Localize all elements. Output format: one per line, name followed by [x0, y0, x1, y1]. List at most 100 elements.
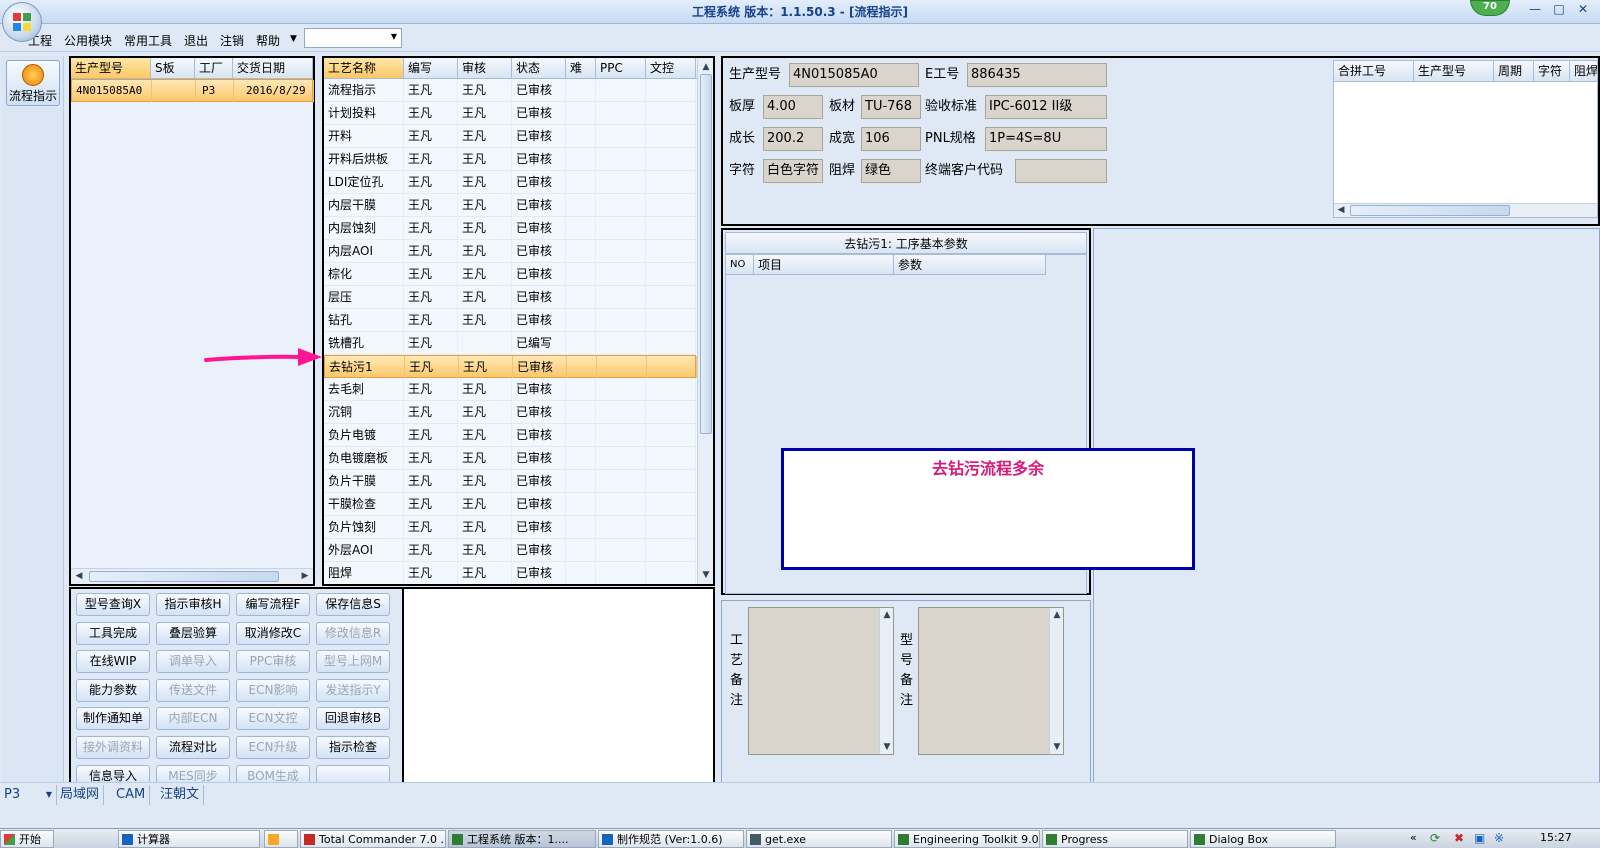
- process-row[interactable]: 负片干膜 王凡 王凡 已审核: [324, 470, 696, 493]
- action-button[interactable]: 指示审核H: [156, 593, 230, 616]
- action-button[interactable]: ECN文控: [236, 707, 310, 731]
- width-value[interactable]: 106: [861, 127, 921, 151]
- action-button[interactable]: 传送文件: [156, 678, 230, 702]
- merge-col-period[interactable]: 周期: [1494, 61, 1534, 81]
- params-col-no[interactable]: NO: [726, 255, 754, 275]
- scroll-down-icon[interactable]: ▼: [881, 740, 893, 754]
- scroll-up-icon[interactable]: ▲: [700, 60, 712, 74]
- action-button[interactable]: 工具完成: [76, 621, 150, 645]
- process-row[interactable]: 内层干膜 王凡 王凡 已审核: [324, 194, 696, 217]
- tray-network-icon[interactable]: ▣: [1474, 831, 1485, 845]
- process-col-writer[interactable]: 编写: [404, 58, 458, 78]
- menu-common-tools[interactable]: 常用工具: [124, 32, 172, 49]
- pnl-value[interactable]: 1P=4S=8U: [985, 127, 1107, 151]
- taskbar-button[interactable]: 工程系统 版本：1....: [448, 830, 596, 848]
- merge-col-char[interactable]: 字符: [1534, 61, 1570, 81]
- char-value[interactable]: 白色字符: [763, 159, 823, 183]
- merge-col-mask[interactable]: 阻焊: [1570, 61, 1598, 81]
- taskbar-button[interactable]: 制作规范 (Ver:1.0.6): [598, 830, 744, 848]
- process-note-scroll[interactable]: ▲ ▼: [879, 608, 893, 754]
- action-button[interactable]: 调单导入: [156, 650, 230, 674]
- close-icon[interactable]: ✕: [1572, 2, 1594, 20]
- model-note-scroll[interactable]: ▲ ▼: [1049, 608, 1063, 754]
- params-col-value[interactable]: 参数: [894, 255, 1046, 275]
- menu-help[interactable]: 帮助: [256, 32, 280, 49]
- process-row[interactable]: 负片电镀 王凡 王凡 已审核: [324, 424, 696, 447]
- process-row[interactable]: 去毛刺 王凡 王凡 已审核: [324, 378, 696, 401]
- client-value[interactable]: [1015, 159, 1107, 183]
- merge-col-model[interactable]: 生产型号: [1414, 61, 1494, 81]
- eno-value[interactable]: 886435: [967, 63, 1107, 87]
- scroll-thumb[interactable]: [89, 571, 279, 582]
- process-row[interactable]: 铣槽孔 王凡 已编写: [324, 332, 696, 355]
- scroll-up-icon[interactable]: ▲: [881, 608, 893, 622]
- process-row[interactable]: 干膜检查 王凡 王凡 已审核: [324, 493, 696, 516]
- scroll-thumb[interactable]: [700, 74, 712, 434]
- process-row[interactable]: 棕化 王凡 王凡 已审核: [324, 263, 696, 286]
- action-button[interactable]: 型号查询X: [76, 593, 150, 616]
- process-row[interactable]: 流程指示 王凡 王凡 已审核: [324, 79, 696, 102]
- thickness-value[interactable]: 4.00: [763, 95, 823, 119]
- action-button[interactable]: 内部ECN: [156, 707, 230, 731]
- start-button[interactable]: 开始: [0, 830, 54, 848]
- menu-common-modules[interactable]: 公用模块: [64, 32, 112, 49]
- nav-process-button[interactable]: 流程指示: [6, 60, 60, 106]
- action-button[interactable]: 回退审核B: [316, 707, 390, 731]
- taskbar-button[interactable]: get.exe: [746, 830, 892, 848]
- menu-logout[interactable]: 注销: [220, 32, 244, 49]
- scroll-left-icon[interactable]: ◀: [73, 569, 85, 583]
- scroll-left-icon[interactable]: ◀: [1335, 203, 1347, 217]
- action-button[interactable]: 取消修改C: [236, 621, 310, 645]
- process-row[interactable]: 沉铜 王凡 王凡 已审核: [324, 401, 696, 424]
- process-col-ppc[interactable]: PPC: [596, 58, 646, 78]
- action-button[interactable]: 叠层验算: [156, 621, 230, 645]
- taskbar-button[interactable]: Engineering Toolkit 9.0...: [894, 830, 1040, 848]
- process-col-name[interactable]: 工艺名称: [324, 58, 404, 78]
- tab-lan[interactable]: 局域网: [56, 785, 105, 805]
- grow-value[interactable]: 200.2: [763, 127, 823, 151]
- action-button[interactable]: ECN升级: [236, 736, 310, 759]
- process-vscroll[interactable]: ▲ ▼: [697, 58, 713, 584]
- process-col-doc[interactable]: 文控: [646, 58, 696, 78]
- action-button[interactable]: 制作通知单: [76, 707, 150, 731]
- orders-col-factory[interactable]: 工厂: [195, 58, 233, 78]
- process-row[interactable]: LDI定位孔 王凡 王凡 已审核: [324, 171, 696, 194]
- standard-value[interactable]: IPC-6012 II级: [985, 95, 1107, 119]
- process-row[interactable]: 层压 王凡 王凡 已审核: [324, 286, 696, 309]
- app-menu-button[interactable]: [2, 2, 42, 42]
- action-button[interactable]: 保存信息S: [316, 593, 390, 616]
- action-button[interactable]: 在线WIP: [76, 650, 150, 674]
- taskbar-button[interactable]: Dialog Box: [1190, 830, 1336, 848]
- params-col-item[interactable]: 项目: [754, 255, 894, 275]
- scroll-right-icon[interactable]: ▶: [299, 569, 311, 583]
- scroll-up-icon[interactable]: ▲: [1051, 608, 1063, 622]
- taskbar-button[interactable]: Total Commander 7.0 ...: [300, 830, 446, 848]
- tray-bluetooth-icon[interactable]: ※: [1494, 831, 1504, 845]
- action-button[interactable]: 指示检查: [316, 736, 390, 759]
- action-button[interactable]: 型号上网M: [316, 650, 390, 674]
- tab-user[interactable]: 汪朝文: [156, 785, 205, 805]
- merge-col-job[interactable]: 合拼工号: [1334, 61, 1414, 81]
- action-button[interactable]: 编写流程F: [236, 593, 310, 616]
- process-note-field[interactable]: ▲ ▼: [748, 607, 894, 755]
- action-button[interactable]: 接外调资料: [76, 736, 150, 759]
- action-button[interactable]: PPC审核: [236, 650, 310, 674]
- orders-hscroll[interactable]: ◀ ▶: [71, 568, 313, 584]
- orders-col-model[interactable]: 生产型号: [71, 58, 151, 78]
- maximize-icon[interactable]: □: [1548, 2, 1570, 20]
- process-row[interactable]: 负电镀磨板 王凡 王凡 已审核: [324, 447, 696, 470]
- process-row[interactable]: 内层AOI 王凡 王凡 已审核: [324, 240, 696, 263]
- orders-col-s[interactable]: S板: [151, 58, 195, 78]
- taskbar-button[interactable]: 计算器: [118, 830, 260, 848]
- tray-x-icon[interactable]: ✖: [1454, 831, 1464, 845]
- process-row[interactable]: 钻孔 王凡 王凡 已审核: [324, 309, 696, 332]
- model-note-field[interactable]: ▲ ▼: [918, 607, 1064, 755]
- process-row[interactable]: 内层蚀刻 王凡 王凡 已审核: [324, 217, 696, 240]
- scroll-down-icon[interactable]: ▼: [700, 568, 712, 582]
- menu-exit[interactable]: 退出: [184, 32, 208, 49]
- menu-combo[interactable]: ▼: [304, 28, 402, 48]
- process-row[interactable]: 外层AOI 王凡 王凡 已审核: [324, 539, 696, 562]
- process-row[interactable]: 去钻污1 王凡 王凡 已审核: [324, 355, 697, 378]
- action-button[interactable]: 能力参数: [76, 678, 150, 702]
- process-row[interactable]: 阻焊 王凡 王凡 已审核: [324, 562, 696, 584]
